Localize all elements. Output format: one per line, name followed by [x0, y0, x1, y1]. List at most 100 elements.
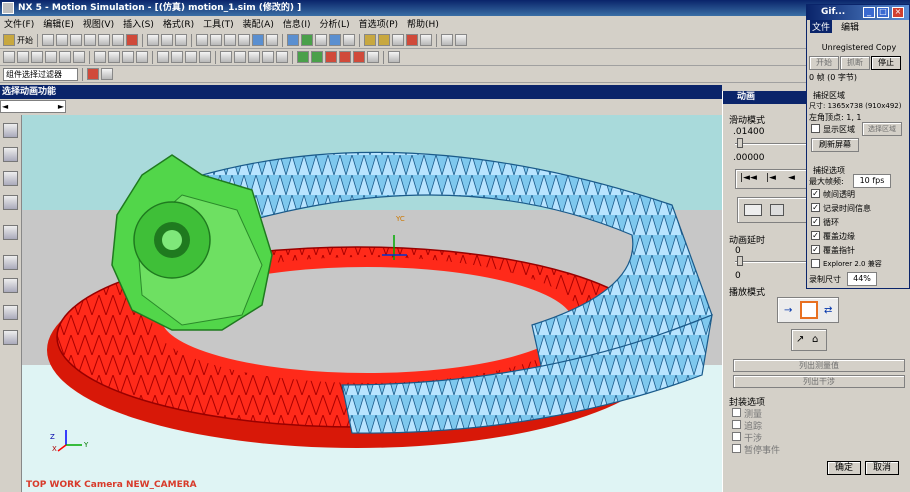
line-icon[interactable]	[262, 51, 274, 63]
snap-icon[interactable]	[364, 34, 376, 46]
analysis-icon[interactable]	[406, 34, 418, 46]
menu-preferences[interactable]: 首选项(P)	[359, 17, 398, 30]
record-time-checkbox[interactable]: ✓	[811, 203, 820, 212]
cover-edges-checkbox[interactable]: ✓	[811, 231, 820, 240]
rewind-icon[interactable]: |◄◄	[740, 173, 757, 183]
force-icon[interactable]	[94, 51, 106, 63]
gif-menu-file[interactable]: 文件	[810, 20, 833, 33]
solution-icon[interactable]	[171, 51, 183, 63]
select-icon[interactable]	[87, 68, 99, 80]
close-icon[interactable]: ×	[892, 7, 904, 18]
menu-edit[interactable]: 编辑(E)	[43, 17, 74, 30]
point-icon[interactable]	[378, 34, 390, 46]
reuse-library-icon[interactable]	[3, 195, 18, 210]
palette-icon[interactable]	[3, 278, 18, 293]
refresh-screen-button[interactable]: 刷新屏幕	[811, 138, 859, 152]
gif-menu-edit[interactable]: 编辑	[841, 20, 859, 33]
graph-icon[interactable]	[185, 51, 197, 63]
sketch-icon[interactable]	[220, 51, 232, 63]
new-icon[interactable]	[42, 34, 54, 46]
torque-icon[interactable]	[108, 51, 120, 63]
menu-analysis[interactable]: 分析(L)	[320, 17, 350, 30]
graphics-viewport[interactable]: YC Z X Y TOP WORK Camera NEW_CAMERA	[22, 115, 722, 492]
resource-bar-scroll[interactable]: ◄ ►	[0, 100, 66, 113]
start-icon[interactable]	[3, 34, 15, 46]
gif-start-button[interactable]: 开始	[809, 56, 839, 70]
camera-link-icon[interactable]: ↗	[796, 334, 804, 345]
interference-checkbox[interactable]	[732, 432, 741, 441]
minimize-icon[interactable]: _	[863, 7, 875, 18]
gear-joint-icon[interactable]	[45, 51, 57, 63]
grid-icon[interactable]	[441, 34, 453, 46]
view-cube-icon[interactable]	[329, 34, 341, 46]
zoom-icon[interactable]	[210, 34, 222, 46]
delay-slider-track[interactable]	[735, 261, 815, 263]
menu-info[interactable]: 信息(I)	[283, 17, 311, 30]
spring-icon[interactable]	[59, 51, 71, 63]
rotate-icon[interactable]	[238, 34, 250, 46]
start-button[interactable]: 开始	[17, 35, 33, 46]
measure-icon[interactable]	[392, 34, 404, 46]
save-icon[interactable]	[70, 34, 82, 46]
gear-assembly-model[interactable]	[22, 115, 722, 492]
time-slider-track[interactable]	[735, 143, 815, 145]
gif-pause-button[interactable]: 抓断	[840, 56, 870, 70]
loop-mode-icon[interactable]	[800, 301, 818, 319]
link-icon[interactable]	[17, 51, 29, 63]
undo-icon[interactable]	[147, 34, 159, 46]
menu-insert[interactable]: 插入(S)	[123, 17, 154, 30]
motion-navigator-icon[interactable]	[3, 147, 18, 162]
cancel-button[interactable]: 取消	[865, 461, 899, 475]
damper-icon[interactable]	[73, 51, 85, 63]
play-once-icon[interactable]: →	[784, 305, 792, 316]
shaded-icon[interactable]	[287, 34, 299, 46]
explorer-compat-checkbox[interactable]	[811, 259, 820, 268]
trace-checkbox[interactable]	[732, 420, 741, 429]
marker-icon[interactable]	[136, 51, 148, 63]
motion-nav-icon[interactable]	[3, 51, 15, 63]
solver-icon[interactable]	[157, 51, 169, 63]
max-fps-select[interactable]: 10 fps	[853, 174, 891, 188]
options-icon[interactable]	[455, 34, 467, 46]
pan-icon[interactable]	[224, 34, 236, 46]
play-forward-icon[interactable]	[297, 51, 309, 63]
play-back-icon[interactable]: ◄	[788, 173, 795, 183]
stop-icon[interactable]	[339, 51, 351, 63]
spline-icon[interactable]	[276, 51, 288, 63]
system-materials-icon[interactable]	[3, 305, 18, 320]
menu-tools[interactable]: 工具(T)	[203, 17, 234, 30]
deselect-icon[interactable]	[101, 68, 113, 80]
delete-icon[interactable]	[126, 34, 138, 46]
list-measurements-button[interactable]: 列出测量值	[733, 359, 905, 372]
record-icon[interactable]	[325, 51, 337, 63]
list-interference-button[interactable]: 列出干涉	[733, 375, 905, 388]
fit-view-icon[interactable]	[196, 34, 208, 46]
menu-view[interactable]: 视图(V)	[83, 17, 114, 30]
cut-icon[interactable]	[84, 34, 96, 46]
scroll-left-icon[interactable]: ◄	[2, 102, 8, 111]
open-icon[interactable]	[56, 34, 68, 46]
repeat-icon[interactable]	[175, 34, 187, 46]
step-back-icon[interactable]: |◄	[766, 173, 776, 183]
refresh-icon[interactable]	[252, 34, 264, 46]
pause-icon[interactable]	[744, 204, 762, 216]
history-icon[interactable]	[3, 225, 18, 240]
menu-format[interactable]: 格式(R)	[163, 17, 194, 30]
orient-view-icon[interactable]	[266, 34, 278, 46]
contact-icon[interactable]	[122, 51, 134, 63]
curve-icon[interactable]	[234, 51, 246, 63]
frame-transparency-checkbox[interactable]: ✓	[811, 189, 820, 198]
delay-slider-thumb[interactable]	[737, 256, 743, 266]
filter-dropdown[interactable]: 组件选择过滤器	[3, 67, 78, 81]
cover-pointer-checkbox[interactable]: ✓	[811, 245, 820, 254]
ok-button[interactable]: 确定	[827, 461, 861, 475]
web-browser-icon[interactable]	[3, 255, 18, 270]
settings-icon[interactable]	[388, 51, 400, 63]
wireframe-icon[interactable]	[315, 34, 327, 46]
joint-icon[interactable]	[31, 51, 43, 63]
menu-help[interactable]: 帮助(H)	[407, 17, 439, 30]
maximize-icon[interactable]: □	[877, 7, 889, 18]
assembly-navigator-icon[interactable]	[3, 123, 18, 138]
loop-checkbox[interactable]: ✓	[811, 217, 820, 226]
visualization-icon[interactable]	[3, 330, 18, 345]
